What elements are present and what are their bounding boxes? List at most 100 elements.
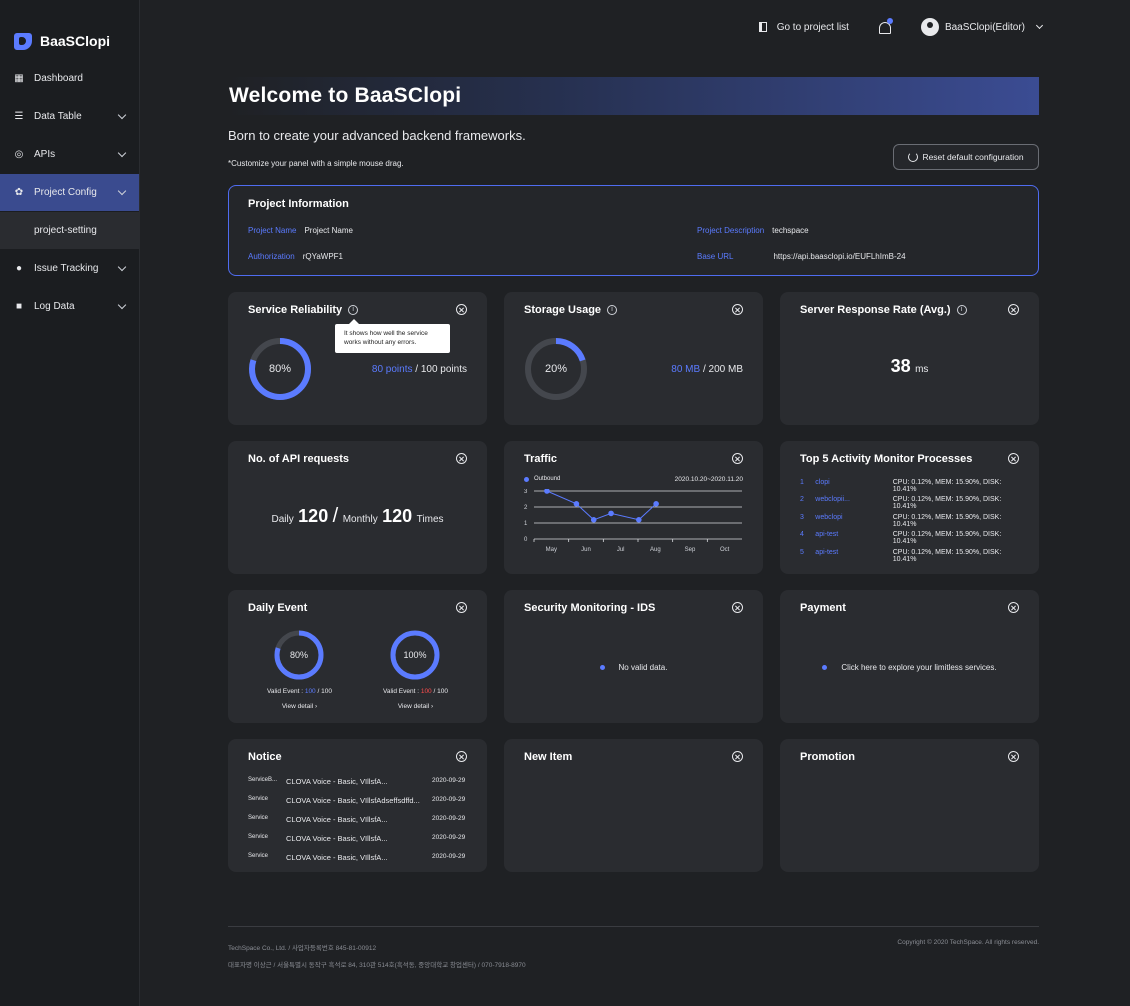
close-icon[interactable] — [732, 751, 743, 762]
sidebar-item-project-config[interactable]: ✿ Project Config — [0, 174, 139, 211]
payment-card[interactable]: Payment Click here to explore your limit… — [780, 590, 1039, 723]
response-number: 38 — [890, 356, 911, 376]
valid-event-total: 100 — [437, 688, 448, 695]
x-tick-label: Jun — [581, 547, 591, 553]
close-icon[interactable] — [1008, 304, 1019, 315]
valid-event-label: Valid Event : — [383, 688, 420, 695]
reset-default-button[interactable]: Reset default configuration — [893, 144, 1039, 170]
user-avatar-icon — [920, 18, 939, 36]
service-reliability-tooltip: It shows how well the service works with… — [335, 319, 450, 353]
notice-row[interactable]: Service CLOVA Voice - Basic, VIllsfA... … — [248, 834, 468, 843]
sidebar-item-log-data[interactable]: ■ Log Data — [0, 288, 139, 325]
card-title-text: Payment — [800, 602, 846, 614]
payment-message-text: Click here to explore your limitless ser… — [841, 663, 997, 672]
storage-usage-card[interactable]: Storage Usage i 20% 80 MB / 200 MB — [504, 292, 763, 425]
new-item-card[interactable]: New Item — [504, 739, 763, 872]
card-title: No. of API requests — [248, 453, 349, 465]
process-stats: CPU: 0.12%, MEM: 15.90%, DISK: 10.41% — [892, 514, 1002, 528]
process-name: clopi — [815, 479, 830, 486]
data-point — [608, 510, 614, 517]
sidebar-item-label: Dashboard — [34, 73, 83, 84]
user-menu[interactable]: BaaSClopi(Editor) — [920, 18, 1044, 36]
notice-card[interactable]: Notice ServiceB... CLOVA Voice - Basic, … — [228, 739, 487, 872]
notice-date: 2020-09-29 — [432, 796, 466, 803]
donut-percent: 80% — [289, 650, 308, 660]
card-title-text: Storage Usage — [524, 304, 602, 316]
storage-usage-donut: 20% — [523, 336, 589, 402]
project-description-value: techspace — [772, 226, 809, 235]
notice-row[interactable]: Service CLOVA Voice - Basic, VIllsfAdsef… — [248, 796, 468, 805]
card-title: New Item — [524, 751, 572, 763]
close-icon[interactable] — [1008, 453, 1019, 464]
storage-amount: 80 MB / 200 MB — [671, 364, 743, 375]
reset-label: Reset default configuration — [922, 152, 1024, 162]
close-icon[interactable] — [456, 602, 467, 613]
card-title-text: Promotion — [800, 751, 855, 763]
page-title: Welcome to BaaSClopi — [229, 84, 462, 107]
server-response-card[interactable]: Server Response Rate (Avg.) i 38 ms — [780, 292, 1039, 425]
promotion-card[interactable]: Promotion — [780, 739, 1039, 872]
exit-door-icon — [758, 22, 767, 32]
notice-row[interactable]: Service CLOVA Voice - Basic, VIllsfA... … — [248, 815, 468, 824]
traffic-card[interactable]: Traffic Outbound 2020.10.20~2020.11.20 0… — [504, 441, 763, 574]
process-row[interactable]: 5 api-test CPU: 0.12%, MEM: 15.90%, DISK… — [800, 549, 1021, 563]
process-row[interactable]: 2 webclopii... CPU: 0.12%, MEM: 15.90%, … — [800, 496, 1021, 510]
process-row[interactable]: 3 webclopi CPU: 0.12%, MEM: 15.90%, DISK… — [800, 514, 1021, 528]
close-icon[interactable] — [456, 453, 467, 464]
process-row[interactable]: 4 api-test CPU: 0.12%, MEM: 15.90%, DISK… — [800, 531, 1021, 545]
view-detail-link[interactable]: View detail › — [364, 703, 467, 710]
sidebar-item-label: APIs — [34, 149, 56, 160]
card-title-text: Service Reliability — [248, 304, 343, 316]
footer-address-line: 대표자명 이상근 / 서울특별시 동작구 흑석로 84, 310관 514호(흑… — [228, 962, 526, 969]
sidebar-item-label: Log Data — [34, 301, 75, 312]
x-tick-label: Sep — [685, 547, 696, 553]
view-detail-link[interactable]: View detail › — [248, 703, 351, 710]
process-rank: 5 — [800, 549, 804, 556]
info-icon[interactable]: i — [348, 305, 359, 315]
data-point — [544, 489, 550, 494]
payment-message[interactable]: Click here to explore your limitless ser… — [780, 663, 1039, 672]
customize-hint: *Customize your panel with a simple mous… — [228, 159, 404, 168]
close-icon[interactable] — [456, 751, 467, 762]
service-reliability-card[interactable]: Service Reliability i It shows how well … — [228, 292, 487, 425]
card-title-text: New Item — [524, 751, 573, 763]
notice-row[interactable]: ServiceB... CLOVA Voice - Basic, VIllsfA… — [248, 777, 468, 786]
close-icon[interactable] — [1008, 751, 1019, 762]
daily-event-card[interactable]: Daily Event 80% Valid Event : 100 / 100 … — [228, 590, 487, 723]
service-points: 80 points / 100 points — [372, 364, 467, 375]
valid-event-value: 100 — [304, 688, 316, 695]
project-name-value: Project Name — [304, 226, 353, 235]
chevron-down-icon — [117, 110, 127, 120]
sidebar-item-data-table[interactable]: ☰ Data Table — [0, 98, 139, 135]
sidebar-item-issue-tracking[interactable]: ● Issue Tracking — [0, 250, 139, 287]
security-monitoring-card[interactable]: Security Monitoring - IDS No valid data. — [504, 590, 763, 723]
response-rate-value: 38 ms — [780, 356, 1039, 377]
card-title: Daily Event — [248, 602, 307, 614]
close-icon[interactable] — [732, 304, 743, 315]
sidebar-subitem-project-setting[interactable]: project-setting — [0, 212, 139, 249]
api-separator: / — [332, 505, 339, 527]
notice-category: Service — [248, 834, 269, 840]
project-info-title: Project Information — [248, 198, 349, 210]
top-processes-card[interactable]: Top 5 Activity Monitor Processes 1 clopi… — [780, 441, 1039, 574]
process-row[interactable]: 1 clopi CPU: 0.12%, MEM: 15.90%, DISK: 1… — [800, 479, 1021, 493]
user-label: BaaSClopi(Editor) — [944, 21, 1025, 33]
daily-value: 120 — [298, 506, 329, 526]
api-request-counts: Daily 120 / Monthly 120 Times — [228, 505, 487, 528]
sidebar-item-apis[interactable]: ◎ APIs — [0, 136, 139, 173]
api-requests-card[interactable]: No. of API requests Daily 120 / Monthly … — [228, 441, 487, 574]
process-name: api-test — [815, 531, 839, 538]
close-icon[interactable] — [732, 602, 743, 613]
service-reliability-donut: 80% — [247, 336, 313, 402]
close-icon[interactable] — [732, 453, 743, 464]
app-logo[interactable]: BaaSClopi — [0, 0, 139, 60]
goto-project-list-link[interactable]: Go to project list — [758, 22, 849, 33]
notification-bell-icon[interactable] — [877, 18, 893, 34]
info-icon[interactable]: i — [607, 305, 618, 315]
topbar: Go to project list BaaSClopi(Editor) — [140, 0, 1130, 58]
sidebar-item-dashboard[interactable]: ▦ Dashboard — [0, 60, 139, 97]
notice-row[interactable]: Service CLOVA Voice - Basic, VIllsfA... … — [248, 853, 468, 862]
close-icon[interactable] — [1008, 602, 1019, 613]
info-icon[interactable]: i — [956, 305, 967, 315]
close-icon[interactable] — [456, 304, 467, 315]
